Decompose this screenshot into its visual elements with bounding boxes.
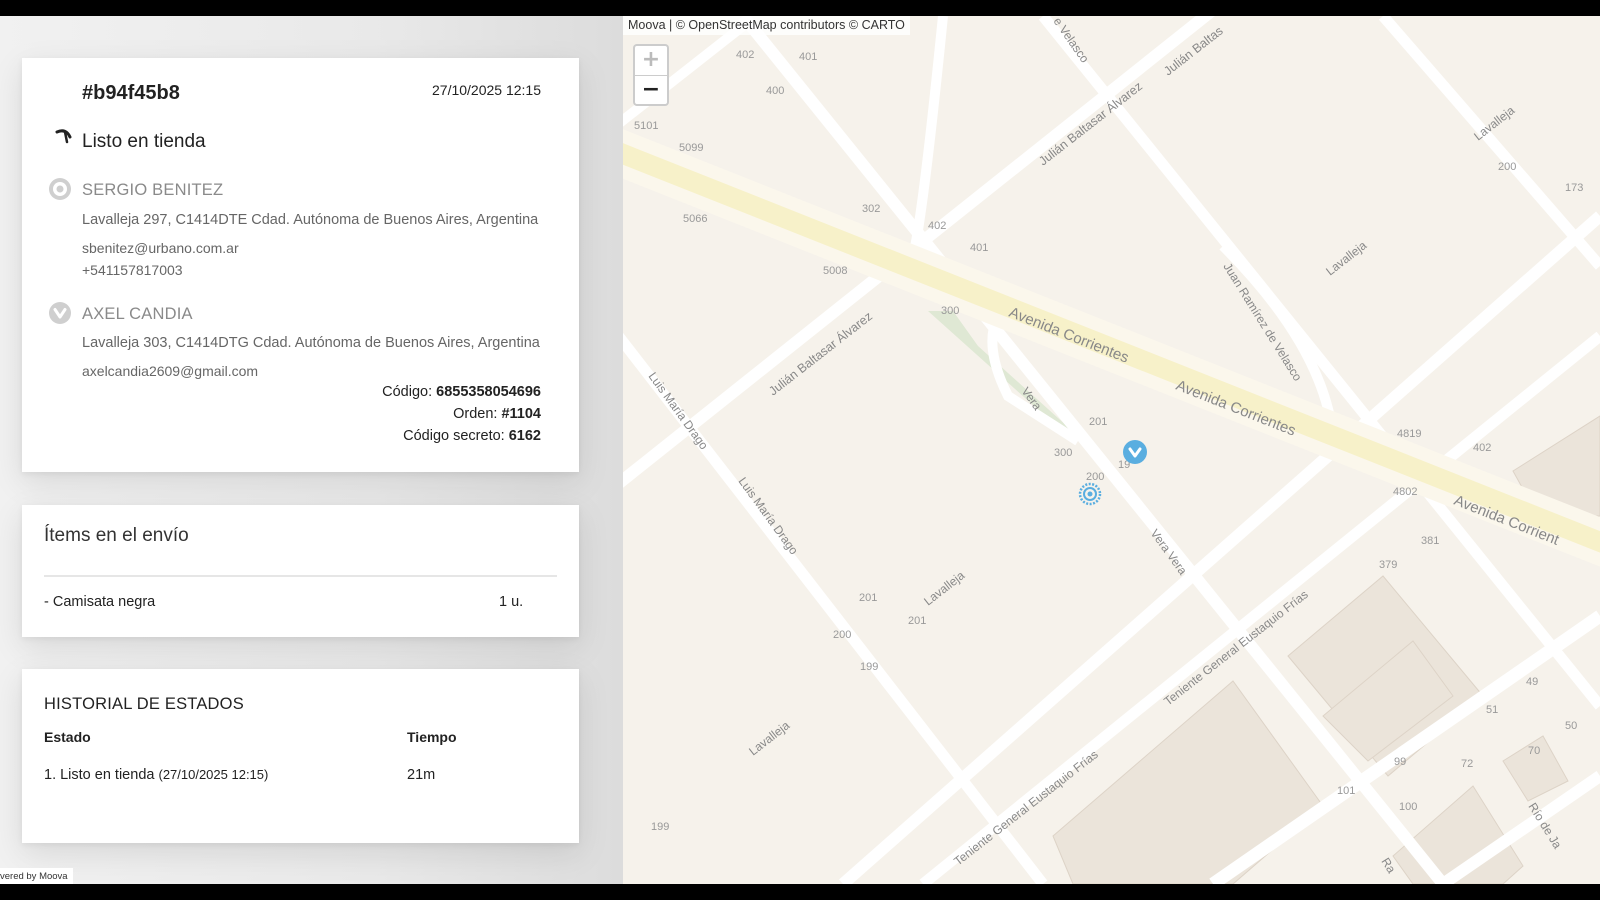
house-number: 4819 bbox=[1397, 428, 1421, 440]
street-label: Luis María Drago bbox=[736, 475, 802, 558]
zoom-out-button[interactable]: − bbox=[635, 76, 667, 104]
house-number: 201 bbox=[859, 592, 877, 604]
sender-email: sbenitez@urbano.com.ar bbox=[82, 240, 239, 256]
house-number: 5066 bbox=[683, 213, 707, 225]
map-attribution[interactable]: Moova | © OpenStreetMap contributors © C… bbox=[623, 16, 910, 35]
destination-marker-icon[interactable] bbox=[1122, 439, 1148, 465]
house-number: 402 bbox=[736, 49, 754, 61]
house-number: 300 bbox=[1054, 447, 1072, 459]
street-label: Lavalleja bbox=[1323, 238, 1369, 278]
house-number: 200 bbox=[1498, 161, 1516, 173]
order-card: #b94f45b8 27/10/2025 12:15 Listo en tien… bbox=[22, 58, 579, 472]
origin-pin-icon bbox=[49, 178, 71, 200]
zoom-control: + − bbox=[633, 44, 669, 106]
house-number: 70 bbox=[1528, 745, 1540, 757]
powered-by-label: vered by Moova bbox=[0, 868, 73, 884]
order-number-label: Orden: bbox=[453, 406, 498, 422]
history-state-date: (27/10/2025 12:15) bbox=[158, 767, 269, 782]
tracking-code: Código: 6855358054696 bbox=[382, 384, 541, 400]
recipient-address: Lavalleja 303, C1414DTG Cdad. Autónoma d… bbox=[82, 335, 540, 351]
house-number: 5101 bbox=[634, 120, 658, 132]
history-row-time: 21m bbox=[407, 767, 436, 783]
house-number: 201 bbox=[1089, 416, 1107, 428]
loading-spinner-icon bbox=[55, 129, 72, 144]
house-number: 401 bbox=[970, 242, 988, 254]
street-labels: Avenida Corrientes Avenida Corrientes Av… bbox=[646, 16, 1565, 876]
zoom-in-button[interactable]: + bbox=[635, 46, 667, 76]
house-number: 381 bbox=[1421, 535, 1439, 547]
street-label: Vera Vera bbox=[1148, 527, 1190, 578]
house-number: 199 bbox=[860, 661, 878, 673]
sender-name: SERGIO BENITEZ bbox=[82, 181, 224, 199]
order-status: Listo en tienda bbox=[82, 131, 206, 152]
recipient-email: axelcandia2609@gmail.com bbox=[82, 363, 259, 379]
house-number: 379 bbox=[1379, 559, 1397, 571]
house-number: 50 bbox=[1565, 720, 1577, 732]
items-title: Ítems en el envío bbox=[44, 525, 189, 546]
house-number: 4802 bbox=[1393, 486, 1417, 498]
recipient-name: AXEL CANDIA bbox=[82, 305, 193, 323]
item-quantity: 1 u. bbox=[499, 594, 524, 610]
house-number: 402 bbox=[1473, 442, 1491, 454]
destination-pin-icon bbox=[49, 302, 71, 324]
sender-address: Lavalleja 297, C1414DTE Cdad. Autónoma d… bbox=[82, 212, 539, 228]
item-name: - Camisata negra bbox=[44, 594, 156, 610]
order-number-value: #1104 bbox=[501, 406, 541, 422]
sender-phone: +541157817003 bbox=[82, 262, 183, 278]
secret-code-label: Código secreto: bbox=[403, 428, 505, 444]
house-number: 101 bbox=[1337, 785, 1355, 797]
street-label: Lavalleja bbox=[921, 568, 967, 608]
street-label: Lavalleja bbox=[746, 718, 792, 758]
order-panel: #b94f45b8 27/10/2025 12:15 Listo en tien… bbox=[0, 16, 623, 884]
house-number: 199 bbox=[651, 821, 669, 833]
order-date: 27/10/2025 12:15 bbox=[432, 82, 541, 98]
origin-marker-icon[interactable] bbox=[1078, 482, 1102, 506]
history-title: HISTORIAL DE ESTADOS bbox=[44, 695, 244, 713]
house-number: 201 bbox=[908, 615, 926, 627]
streets bbox=[623, 16, 1600, 884]
house-number: 400 bbox=[766, 85, 784, 97]
app-frame: #b94f45b8 27/10/2025 12:15 Listo en tien… bbox=[0, 16, 1600, 884]
house-number: 302 bbox=[862, 203, 880, 215]
house-number: 49 bbox=[1526, 676, 1538, 688]
house-number: 5008 bbox=[823, 265, 847, 277]
history-col-time: Tiempo bbox=[407, 729, 457, 745]
house-number: 401 bbox=[799, 51, 817, 63]
history-state-label: 1. Listo en tienda bbox=[44, 767, 155, 783]
items-card: Ítems en el envío - Camisata negra 1 u. bbox=[22, 505, 579, 637]
order-number: Orden: #1104 bbox=[453, 406, 541, 422]
house-number: 72 bbox=[1461, 758, 1473, 770]
house-number: 100 bbox=[1399, 801, 1417, 813]
house-number: 5099 bbox=[679, 142, 703, 154]
secret-code-value: 6162 bbox=[508, 428, 541, 444]
house-number: 51 bbox=[1486, 704, 1498, 716]
history-row-state: 1. Listo en tienda (27/10/2025 12:15) bbox=[44, 767, 268, 783]
divider bbox=[44, 575, 557, 577]
tracking-code-label: Código: bbox=[382, 384, 433, 400]
house-number: 173 bbox=[1565, 182, 1583, 194]
history-col-state: Estado bbox=[44, 729, 91, 745]
house-number: 99 bbox=[1394, 756, 1406, 768]
tracking-code-value: 6855358054696 bbox=[436, 384, 541, 400]
house-number: 300 bbox=[941, 305, 959, 317]
house-number: 200 bbox=[833, 629, 851, 641]
map-view[interactable]: Avenida Corrientes Avenida Corrientes Av… bbox=[623, 16, 1600, 884]
house-number: 402 bbox=[928, 220, 946, 232]
secret-code: Código secreto: 6162 bbox=[403, 428, 541, 444]
history-card: HISTORIAL DE ESTADOS Estado Tiempo 1. Li… bbox=[22, 669, 579, 843]
map-canvas[interactable]: Avenida Corrientes Avenida Corrientes Av… bbox=[623, 16, 1600, 884]
order-id: #b94f45b8 bbox=[82, 82, 180, 104]
